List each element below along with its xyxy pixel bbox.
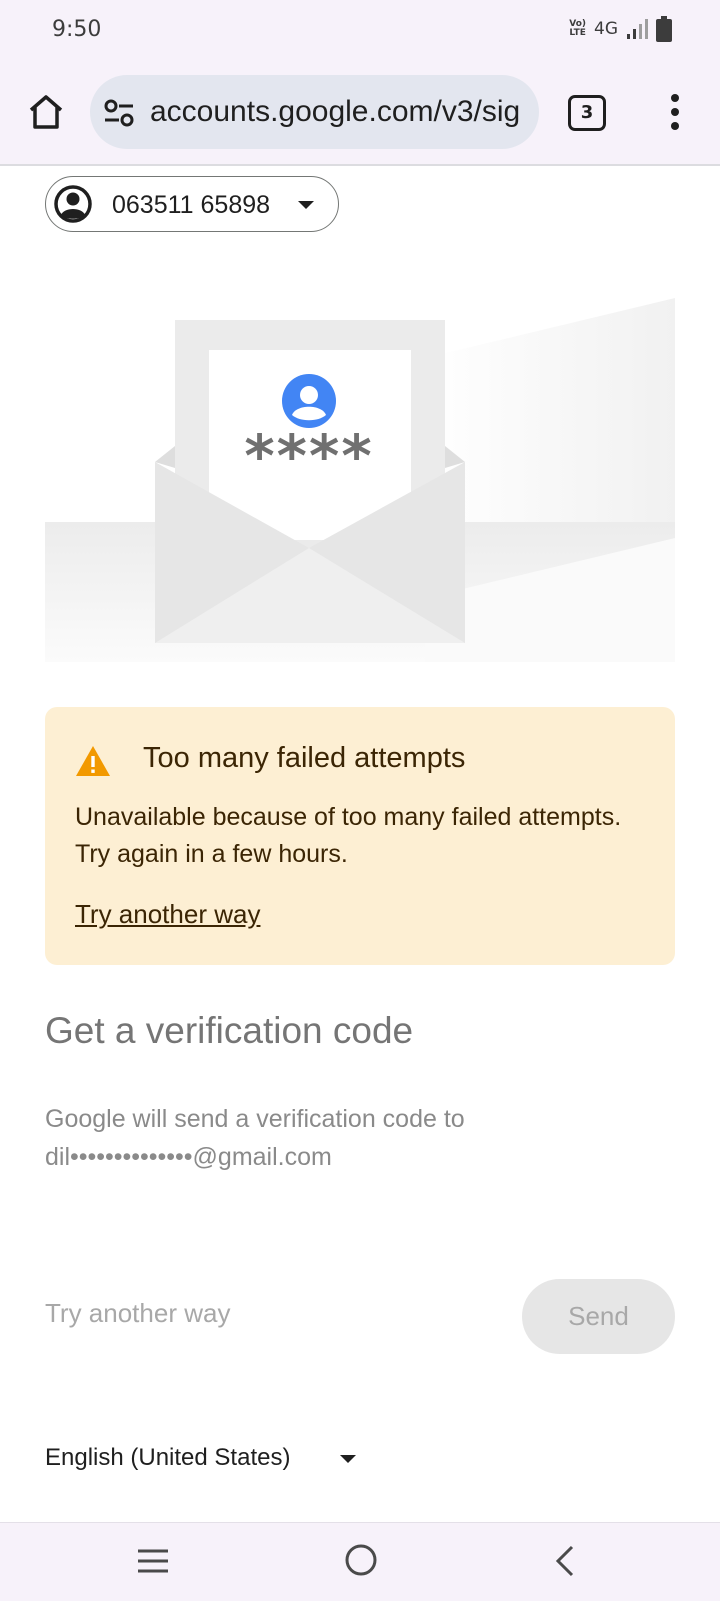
language-select[interactable]: English (United States) bbox=[45, 1444, 290, 1472]
chevron-down-icon[interactable] bbox=[340, 1455, 356, 1463]
recents-icon[interactable] bbox=[136, 1545, 170, 1577]
volte-icon: Vo) LTE bbox=[569, 19, 586, 38]
home-icon[interactable] bbox=[26, 92, 66, 132]
account-circle-icon bbox=[54, 185, 92, 223]
tabs-icon[interactable]: 3 bbox=[568, 95, 606, 131]
browser-toolbar: accounts.google.com/v3/signin 3 bbox=[0, 62, 720, 166]
verification-description: Google will send a verification code to … bbox=[45, 1105, 465, 1171]
back-icon[interactable] bbox=[552, 1543, 578, 1579]
send-button[interactable]: Send bbox=[522, 1279, 675, 1354]
signal-icon bbox=[627, 19, 648, 39]
battery-icon bbox=[656, 16, 672, 42]
system-nav-bar bbox=[0, 1522, 720, 1601]
status-icons: Vo) LTE 4G bbox=[569, 16, 672, 42]
envelope-icon: **** bbox=[155, 320, 465, 643]
more-menu-icon[interactable] bbox=[662, 92, 688, 132]
site-settings-icon[interactable] bbox=[104, 99, 134, 127]
envelope-illustration: **** bbox=[45, 298, 675, 662]
page-title: Get a verification code bbox=[45, 1010, 414, 1051]
alert-try-another-way-link[interactable]: Try another way bbox=[75, 899, 260, 930]
network-type-label: 4G bbox=[594, 19, 618, 39]
failed-attempts-alert: Too many failed attempts Unavailable bec… bbox=[45, 707, 675, 965]
account-chip[interactable]: 063511 65898 bbox=[45, 176, 339, 232]
url-text[interactable]: accounts.google.com/v3/signin bbox=[150, 95, 520, 129]
password-mask: **** bbox=[244, 422, 373, 490]
address-bar[interactable]: accounts.google.com/v3/signin bbox=[90, 75, 539, 149]
dropdown-caret-icon bbox=[298, 201, 314, 209]
status-time: 9:50 bbox=[52, 17, 102, 42]
user-avatar-icon bbox=[282, 374, 336, 428]
warning-icon bbox=[76, 746, 110, 776]
home-circle-icon[interactable] bbox=[344, 1543, 378, 1577]
try-another-way-button[interactable]: Try another way bbox=[45, 1298, 230, 1329]
status-bar: 9:50 Vo) LTE 4G bbox=[0, 0, 720, 62]
alert-body: Unavailable because of too many failed a… bbox=[75, 803, 622, 868]
account-phone: 063511 65898 bbox=[112, 191, 271, 219]
alert-title: Too many failed attempts bbox=[143, 742, 466, 774]
